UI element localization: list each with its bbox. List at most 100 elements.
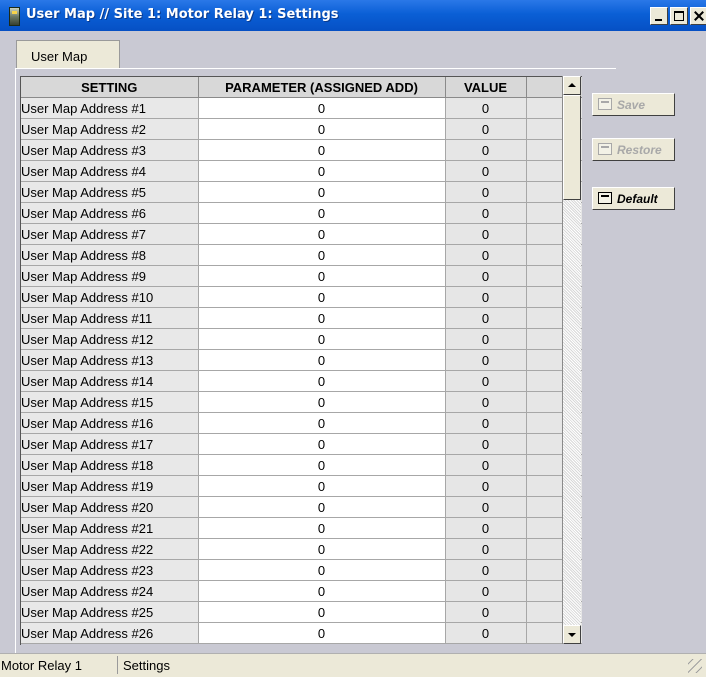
save-button-label: Save <box>617 98 646 112</box>
table-row: User Map Address #19 0 0 <box>21 475 582 497</box>
setting-cell: User Map Address #26 <box>21 622 199 644</box>
setting-cell: User Map Address #16 <box>21 412 199 434</box>
setting-cell: User Map Address #11 <box>21 307 199 329</box>
value-cell: 0 <box>445 412 527 434</box>
parameter-cell[interactable]: 0 <box>198 559 446 581</box>
parameter-cell[interactable]: 0 <box>198 601 446 623</box>
table-row: User Map Address #13 0 0 <box>21 349 582 371</box>
table-row: User Map Address #20 0 0 <box>21 496 582 518</box>
parameter-cell[interactable]: 0 <box>198 181 446 203</box>
vertical-scrollbar[interactable] <box>562 76 581 644</box>
restore-button-label: Restore <box>617 143 662 157</box>
setting-cell: User Map Address #9 <box>21 265 199 287</box>
parameter-cell[interactable]: 0 <box>198 580 446 602</box>
status-section: Settings <box>123 658 170 673</box>
parameter-cell[interactable]: 0 <box>198 622 446 644</box>
table-row: User Map Address #7 0 0 <box>21 223 582 245</box>
value-cell: 0 <box>445 538 527 560</box>
table-row: User Map Address #6 0 0 <box>21 202 582 224</box>
table-row: User Map Address #1 0 0 <box>21 97 582 119</box>
status-bar: Motor Relay 1 Settings <box>0 653 706 677</box>
value-cell: 0 <box>445 307 527 329</box>
parameter-cell[interactable]: 0 <box>198 517 446 539</box>
parameter-cell[interactable]: 0 <box>198 370 446 392</box>
table-row: User Map Address #11 0 0 <box>21 307 582 329</box>
parameter-cell[interactable]: 0 <box>198 265 446 287</box>
close-button[interactable] <box>690 7 706 25</box>
table-row: User Map Address #2 0 0 <box>21 118 582 140</box>
scroll-down-button[interactable] <box>563 625 581 644</box>
parameter-cell[interactable]: 0 <box>198 286 446 308</box>
value-cell: 0 <box>445 496 527 518</box>
setting-cell: User Map Address #5 <box>21 181 199 203</box>
app-icon <box>9 7 20 26</box>
table-row: User Map Address #25 0 0 <box>21 601 582 623</box>
parameter-cell[interactable]: 0 <box>198 307 446 329</box>
setting-cell: User Map Address #24 <box>21 580 199 602</box>
parameter-cell[interactable]: 0 <box>198 328 446 350</box>
parameter-cell[interactable]: 0 <box>198 412 446 434</box>
table-row: User Map Address #9 0 0 <box>21 265 582 287</box>
save-button[interactable]: Save <box>592 93 675 116</box>
parameter-cell[interactable]: 0 <box>198 349 446 371</box>
setting-cell: User Map Address #18 <box>21 454 199 476</box>
maximize-button[interactable] <box>670 7 688 25</box>
table-row: User Map Address #16 0 0 <box>21 412 582 434</box>
setting-cell: User Map Address #3 <box>21 139 199 161</box>
parameter-cell[interactable]: 0 <box>198 433 446 455</box>
value-cell: 0 <box>445 223 527 245</box>
default-button[interactable]: Default <box>592 187 675 210</box>
value-cell: 0 <box>445 160 527 182</box>
table-row: User Map Address #17 0 0 <box>21 433 582 455</box>
value-cell: 0 <box>445 349 527 371</box>
table-row: User Map Address #5 0 0 <box>21 181 582 203</box>
value-cell: 0 <box>445 328 527 350</box>
setting-cell: User Map Address #14 <box>21 370 199 392</box>
table-row: User Map Address #24 0 0 <box>21 580 582 602</box>
setting-cell: User Map Address #7 <box>21 223 199 245</box>
parameter-cell[interactable]: 0 <box>198 202 446 224</box>
table-row: User Map Address #18 0 0 <box>21 454 582 476</box>
parameter-cell[interactable]: 0 <box>198 496 446 518</box>
window-content: User Map SETTING PARAMETER (ASSIGNED ADD… <box>0 31 706 654</box>
value-cell: 0 <box>445 391 527 413</box>
setting-cell: User Map Address #10 <box>21 286 199 308</box>
setting-cell: User Map Address #19 <box>21 475 199 497</box>
scroll-up-button[interactable] <box>563 76 581 95</box>
resize-grip-icon[interactable] <box>688 659 702 673</box>
value-cell: 0 <box>445 118 527 140</box>
setting-cell: User Map Address #8 <box>21 244 199 266</box>
parameter-cell[interactable]: 0 <box>198 391 446 413</box>
table-row: User Map Address #12 0 0 <box>21 328 582 350</box>
title-bar[interactable]: User Map // Site 1: Motor Relay 1: Setti… <box>0 0 706 31</box>
restore-button[interactable]: Restore <box>592 138 675 161</box>
setting-cell: User Map Address #20 <box>21 496 199 518</box>
setting-cell: User Map Address #21 <box>21 517 199 539</box>
parameter-cell[interactable]: 0 <box>198 538 446 560</box>
default-button-label: Default <box>617 192 658 206</box>
minimize-button[interactable] <box>650 7 668 25</box>
value-cell: 0 <box>445 202 527 224</box>
column-header-setting[interactable]: SETTING <box>21 77 199 98</box>
value-cell: 0 <box>445 97 527 119</box>
parameter-cell[interactable]: 0 <box>198 475 446 497</box>
setting-cell: User Map Address #17 <box>21 433 199 455</box>
setting-cell: User Map Address #1 <box>21 97 199 119</box>
parameter-cell[interactable]: 0 <box>198 97 446 119</box>
parameter-cell[interactable]: 0 <box>198 139 446 161</box>
parameter-cell[interactable]: 0 <box>198 223 446 245</box>
setting-cell: User Map Address #12 <box>21 328 199 350</box>
parameter-cell[interactable]: 0 <box>198 454 446 476</box>
parameter-cell[interactable]: 0 <box>198 244 446 266</box>
save-icon <box>598 98 612 110</box>
window-title: User Map // Site 1: Motor Relay 1: Setti… <box>26 7 339 22</box>
parameter-cell[interactable]: 0 <box>198 118 446 140</box>
value-cell: 0 <box>445 433 527 455</box>
value-cell: 0 <box>445 622 527 644</box>
column-header-value[interactable]: VALUE <box>445 77 527 98</box>
column-header-parameter[interactable]: PARAMETER (ASSIGNED ADD) <box>198 77 446 98</box>
restore-icon <box>598 143 612 155</box>
tab-user-map[interactable]: User Map <box>16 40 120 68</box>
parameter-cell[interactable]: 0 <box>198 160 446 182</box>
scroll-thumb[interactable] <box>563 95 581 200</box>
